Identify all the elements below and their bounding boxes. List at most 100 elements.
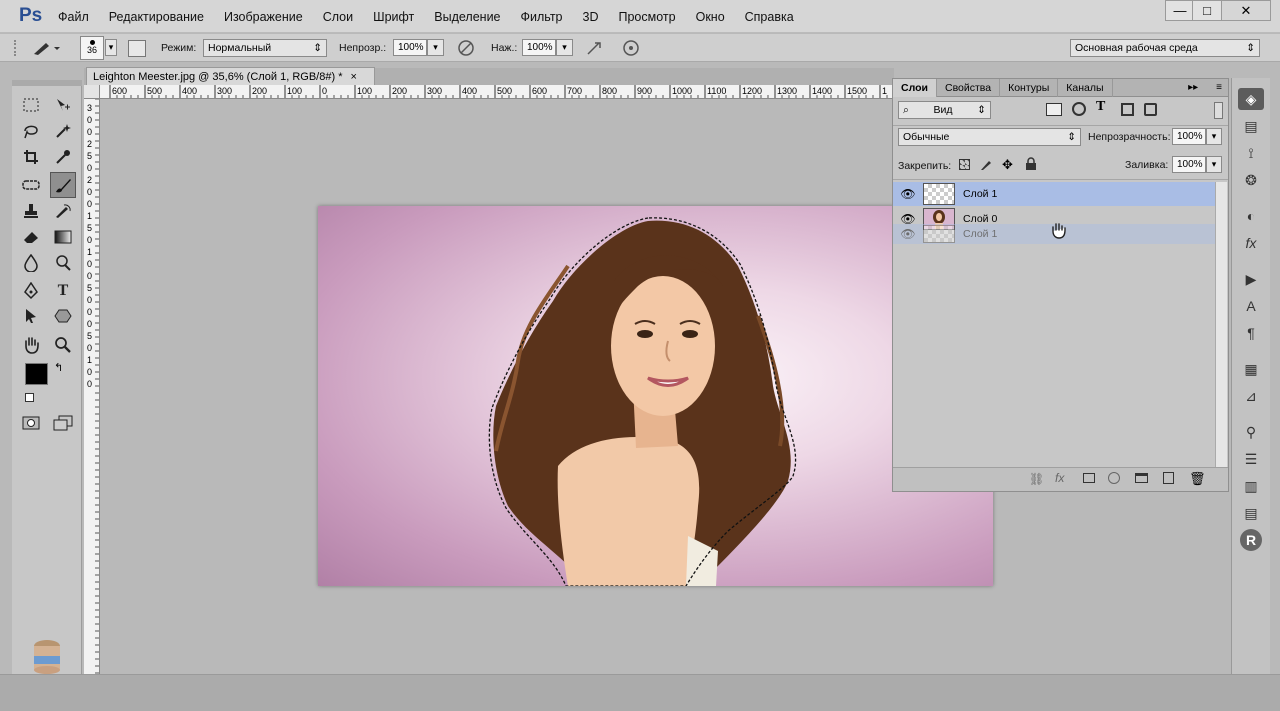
fill-input[interactable]: 100% — [1172, 156, 1206, 173]
link-layers-icon[interactable]: ⛓ — [1029, 472, 1044, 486]
minimize-button[interactable]: — — [1165, 0, 1195, 21]
new-layer-icon[interactable] — [1163, 472, 1174, 484]
brush-panel-toggle-icon[interactable] — [128, 40, 146, 57]
flow-dropdown[interactable]: ▾ — [556, 39, 573, 56]
default-colors-icon[interactable] — [25, 393, 34, 402]
tab-channels[interactable]: Каналы — [1058, 78, 1113, 97]
brush-tool-icon[interactable] — [50, 172, 76, 198]
brush-tool-preset-icon[interactable] — [30, 39, 60, 57]
layer-row-selected[interactable]: 👁 Слой 1 — [893, 182, 1215, 206]
blend-mode-select[interactable]: Нормальный ⇕ — [203, 39, 327, 57]
eraser-icon[interactable] — [20, 226, 42, 248]
dodge-icon[interactable] — [52, 252, 74, 274]
styles-dock-icon[interactable]: fx — [1238, 232, 1264, 254]
hand-tool-icon[interactable] — [20, 334, 42, 356]
layers-scrollbar[interactable] — [1215, 182, 1227, 472]
new-group-icon[interactable] — [1135, 473, 1148, 483]
lock-transparent-icon[interactable] — [959, 159, 970, 170]
lock-all-icon[interactable] — [1025, 157, 1037, 171]
options-grip[interactable] — [14, 40, 20, 56]
menu-select[interactable]: Выделение — [434, 10, 500, 24]
plugin-r-icon[interactable]: R — [1240, 529, 1262, 551]
filter-adjustment-icon[interactable] — [1072, 102, 1086, 116]
pen-icon[interactable] — [20, 280, 42, 302]
maximize-button[interactable]: □ — [1192, 0, 1222, 21]
menu-help[interactable]: Справка — [745, 10, 794, 24]
adjustments-dock-icon[interactable]: ◐ — [1238, 205, 1264, 227]
lock-position-icon[interactable]: ✥ — [1002, 157, 1013, 173]
pressure-size-icon[interactable] — [621, 39, 641, 57]
swatches-dock-icon[interactable]: ▦ — [1238, 358, 1264, 380]
menu-file[interactable]: Файл — [58, 10, 89, 24]
screen-mode-icon[interactable] — [52, 412, 74, 434]
menu-type[interactable]: Шрифт — [373, 10, 414, 24]
document-tab[interactable]: Leighton Meester.jpg @ 35,6% (Слой 1, RG… — [86, 67, 375, 85]
zoom-tool-icon[interactable] — [52, 334, 74, 356]
panel-collapse-icon[interactable]: ▸▸ — [1188, 82, 1198, 93]
magic-wand-icon[interactable] — [52, 120, 74, 142]
paths-dock-icon[interactable]: ⟟ — [1238, 142, 1264, 164]
ruler-origin[interactable] — [84, 85, 100, 99]
paragraph-dock-icon[interactable]: ¶ — [1238, 322, 1264, 344]
menu-view[interactable]: Просмотр — [619, 10, 676, 24]
vertical-ruler[interactable]: 3 0 0 2 5 0 2 0 0 1 5 0 1 0 0 5 0 0 0 5 0 1 0 0 — [84, 99, 100, 674]
lock-pixels-icon[interactable] — [979, 157, 993, 171]
tab-layers[interactable]: Слои — [893, 78, 937, 97]
panel-menu-icon[interactable]: ≡ — [1216, 82, 1222, 93]
menu-edit[interactable]: Редактирование — [109, 10, 204, 24]
horizontal-ruler[interactable]: 600 500 400 300 200 100 0 100 200 300 400 500 600 700… — [100, 85, 892, 99]
type-tool-icon[interactable]: T — [52, 280, 74, 302]
filter-shape-icon[interactable] — [1121, 103, 1134, 116]
path-selection-icon[interactable] — [20, 305, 42, 327]
channels-dock-icon[interactable]: ❂ — [1238, 169, 1264, 191]
clone-stamp-icon[interactable] — [20, 200, 42, 222]
navigator-dock-icon[interactable]: ⊿ — [1238, 385, 1264, 407]
close-document-button[interactable]: × — [350, 71, 356, 83]
filter-pixel-icon[interactable] — [1046, 103, 1062, 116]
workspace-select[interactable]: Основная рабочая среда ⇕ — [1070, 39, 1260, 57]
layer-filter-select[interactable]: ⌕ Вид ⇕ — [898, 101, 991, 119]
tools-panel-header[interactable] — [12, 80, 82, 86]
layers-dock-icon[interactable]: ◈ — [1238, 88, 1264, 110]
visibility-eye-icon[interactable]: 👁 — [893, 187, 923, 201]
shape-tool-icon[interactable] — [52, 305, 74, 327]
move-tool-icon[interactable] — [52, 94, 74, 116]
opacity-input[interactable]: 100% — [393, 39, 427, 56]
menu-filter[interactable]: Фильтр — [521, 10, 563, 24]
brush-size-picker[interactable]: 36 — [80, 36, 104, 60]
tab-paths[interactable]: Контуры — [1000, 78, 1059, 97]
tool-presets-dock-icon[interactable]: ☰ — [1238, 448, 1264, 470]
notes-dock-icon[interactable]: ▥ — [1238, 475, 1264, 497]
airbrush-icon[interactable] — [585, 39, 605, 57]
new-adjustment-icon[interactable] — [1108, 472, 1120, 484]
brush-presets-dock-icon[interactable]: ⚲ — [1238, 421, 1264, 443]
delete-layer-icon[interactable]: 🗑 — [1189, 471, 1206, 487]
brush-picker-dropdown[interactable]: ▾ — [105, 39, 117, 56]
swap-colors-icon[interactable]: ↰ — [54, 361, 63, 374]
blur-icon[interactable] — [20, 252, 42, 274]
quick-mask-icon[interactable] — [20, 412, 42, 434]
history-brush-icon[interactable] — [52, 200, 74, 222]
menu-layer[interactable]: Слои — [323, 10, 353, 24]
lasso-icon[interactable] — [20, 120, 42, 142]
rectangular-marquee-icon[interactable] — [20, 94, 42, 116]
layer-opacity-input[interactable]: 100% — [1172, 128, 1206, 145]
history-dock-icon[interactable]: ▤ — [1238, 115, 1264, 137]
tab-properties[interactable]: Свойства — [937, 78, 1001, 97]
pressure-opacity-icon[interactable] — [456, 39, 476, 57]
flow-input[interactable]: 100% — [522, 39, 556, 56]
filter-toggle-switch[interactable] — [1214, 102, 1223, 119]
eyedropper-icon[interactable] — [52, 146, 74, 168]
filter-type-icon[interactable]: T — [1096, 99, 1105, 115]
spot-healing-icon[interactable] — [20, 174, 42, 196]
foreground-color-swatch[interactable] — [25, 363, 48, 385]
filter-smart-object-icon[interactable] — [1144, 103, 1157, 116]
add-mask-icon[interactable] — [1083, 473, 1095, 483]
close-window-button[interactable]: ✕ — [1221, 0, 1271, 21]
opacity-dropdown[interactable]: ▾ — [427, 39, 444, 56]
info-dock-icon[interactable]: ▤ — [1238, 502, 1264, 524]
layer-blend-mode-select[interactable]: Обычные ⇕ — [898, 128, 1081, 146]
fill-dropdown[interactable]: ▾ — [1206, 156, 1222, 173]
crop-icon[interactable] — [20, 146, 42, 168]
character-dock-icon[interactable]: A — [1238, 295, 1264, 317]
